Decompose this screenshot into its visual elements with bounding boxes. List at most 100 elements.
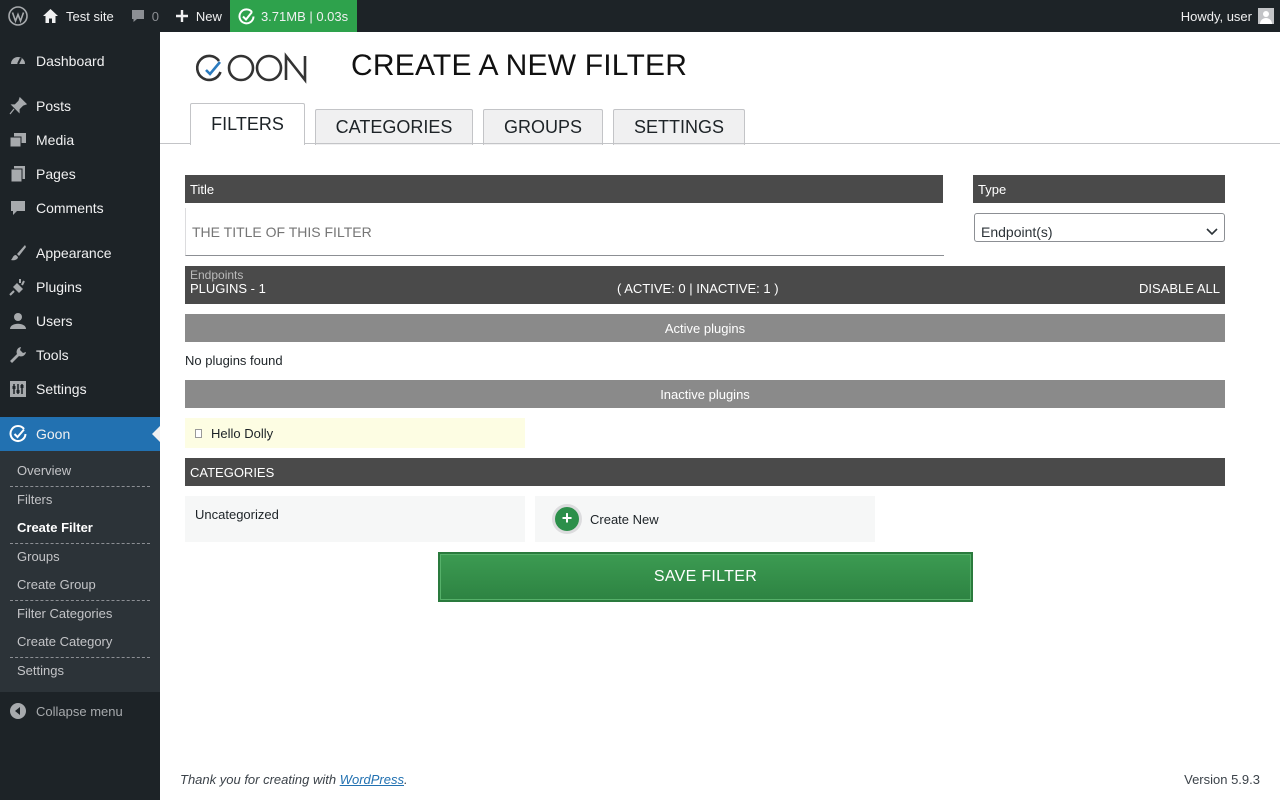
collapse-arrow-icon — [0, 702, 36, 720]
submenu-create-category[interactable]: Create Category — [17, 634, 112, 649]
sidebar-item-media[interactable]: Media — [0, 123, 160, 157]
tab-groups[interactable]: GROUPS — [483, 109, 603, 145]
performance-label: 3.71MB | 0.03s — [260, 8, 349, 24]
plus-circle-icon: + — [555, 507, 579, 531]
save-filter-button[interactable]: SAVE FILTER — [438, 552, 973, 602]
sidebar-item-settings[interactable]: Settings — [0, 372, 160, 406]
category-item-uncategorized[interactable]: Uncategorized — [185, 496, 525, 542]
sidebar-item-pages[interactable]: Pages — [0, 157, 160, 191]
main-content: CREATE A NEW FILTER FILTERS CATEGORIES G… — [160, 32, 1280, 800]
goon-logo — [193, 52, 309, 87]
collapse-menu-button[interactable]: Collapse menu — [0, 694, 160, 728]
pin-icon — [0, 97, 36, 115]
sidebar-item-posts[interactable]: Posts — [0, 89, 160, 123]
sidebar-item-label: Goon — [36, 426, 71, 442]
submenu-create-group[interactable]: Create Group — [17, 577, 96, 592]
sidebar-item-label: Tools — [36, 347, 69, 363]
performance-indicator[interactable]: 3.71MB | 0.03s — [229, 0, 358, 32]
goon-submenu: Overview Filters Create Filter Groups Cr… — [0, 451, 160, 692]
endpoints-ghost-label: Endpoints — [190, 268, 244, 282]
user-icon — [0, 312, 36, 330]
sidebar-item-label: Media — [36, 132, 75, 148]
site-name-label: Test site — [66, 8, 114, 24]
wordpress-logo-icon[interactable] — [0, 0, 36, 32]
create-new-label: Create New — [590, 511, 659, 527]
disable-all-button[interactable]: DISABLE ALL — [1139, 281, 1220, 296]
admin-bar: Test site 0 New 3.71MB | 0.03s Howdy, us… — [0, 0, 1280, 32]
home-icon — [42, 8, 59, 24]
plugin-checkbox-icon — [195, 428, 202, 438]
sidebar-item-goon[interactable]: Goon — [0, 417, 160, 451]
plugin-icon — [0, 278, 36, 296]
sidebar-item-users[interactable]: Users — [0, 304, 160, 338]
goon-check-icon — [238, 7, 255, 25]
submenu-divider — [10, 543, 150, 544]
page-title: CREATE A NEW FILTER — [351, 49, 688, 82]
media-icon — [0, 131, 36, 149]
inactive-plugins-header: Inactive plugins — [185, 380, 1225, 408]
howdy-label: Howdy, user — [1180, 8, 1252, 24]
sidebar-item-label: Plugins — [36, 279, 82, 295]
footer-version: Version 5.9.3 — [1184, 772, 1260, 787]
comment-icon — [0, 199, 36, 217]
avatar — [1258, 8, 1274, 24]
no-plugins-text: No plugins found — [185, 353, 283, 368]
plugin-item-hello-dolly[interactable]: Hello Dolly — [185, 418, 525, 448]
categories-header: CATEGORIES — [185, 458, 1225, 486]
category-item-label: Uncategorized — [195, 507, 279, 522]
plus-icon — [175, 9, 189, 23]
wrench-icon — [0, 346, 36, 364]
paintbrush-icon — [0, 244, 36, 262]
submenu-divider — [10, 657, 150, 658]
sidebar-item-plugins[interactable]: Plugins — [0, 270, 160, 304]
footer-thanks: Thank you for creating with WordPress. — [180, 772, 408, 787]
sidebar-item-label: Posts — [36, 98, 72, 114]
submenu-divider — [10, 600, 150, 601]
type-select[interactable]: Endpoint(s) — [974, 213, 1225, 242]
type-field-label: Type — [973, 175, 1225, 203]
sidebar-item-label: Pages — [36, 166, 76, 182]
tab-filters[interactable]: FILTERS — [190, 103, 305, 145]
goon-check-icon — [0, 425, 36, 443]
submenu-settings[interactable]: Settings — [17, 663, 64, 678]
settings-icon — [0, 380, 36, 398]
submenu-create-filter[interactable]: Create Filter — [17, 520, 93, 535]
active-plugins-header: Active plugins — [185, 314, 1225, 342]
submenu-filters[interactable]: Filters — [17, 492, 52, 507]
submenu-divider — [10, 486, 150, 487]
sidebar-item-comments[interactable]: Comments — [0, 191, 160, 225]
sidebar-item-dashboard[interactable]: Dashboard — [0, 44, 160, 78]
plugins-status: ( ACTIVE: 0 | INACTIVE: 1 ) — [617, 281, 779, 296]
new-label: New — [195, 8, 222, 24]
create-new-category-button[interactable]: + Create New — [535, 496, 875, 542]
tabs-divider — [160, 143, 1280, 144]
tab-categories[interactable]: CATEGORIES — [315, 109, 473, 145]
submenu-filter-categories[interactable]: Filter Categories — [17, 606, 112, 621]
comment-icon — [130, 8, 146, 24]
submenu-groups[interactable]: Groups — [17, 549, 60, 564]
footer-thanks-prefix: Thank you for creating with — [180, 772, 340, 787]
wordpress-link[interactable]: WordPress — [340, 772, 404, 787]
plugins-summary-bar: Endpoints PLUGINS - 1 ( ACTIVE: 0 | INAC… — [185, 266, 1225, 304]
plugins-count: PLUGINS - 1 — [190, 281, 266, 296]
plugin-item-label: Hello Dolly — [211, 425, 274, 441]
sidebar-item-appearance[interactable]: Appearance — [0, 236, 160, 270]
sidebar-item-label: Settings — [36, 381, 87, 397]
sidebar-item-label: Users — [36, 313, 73, 329]
site-name-link[interactable]: Test site — [36, 0, 122, 32]
title-field-label: Title — [185, 175, 943, 203]
submenu-overview[interactable]: Overview — [17, 463, 71, 478]
account-menu[interactable]: Howdy, user — [1173, 0, 1280, 32]
sidebar-item-label: Appearance — [36, 245, 112, 261]
comments-link[interactable]: 0 — [122, 0, 167, 32]
sidebar-item-label: Comments — [36, 200, 104, 216]
pages-icon — [0, 165, 36, 183]
collapse-menu-label: Collapse menu — [36, 703, 123, 719]
sidebar-item-tools[interactable]: Tools — [0, 338, 160, 372]
new-content-link[interactable]: New — [167, 0, 230, 32]
tab-settings[interactable]: SETTINGS — [613, 109, 745, 145]
comments-count: 0 — [151, 8, 159, 24]
chevron-down-icon — [1206, 223, 1218, 239]
filter-title-input[interactable] — [185, 208, 944, 256]
footer-thanks-suffix: . — [404, 772, 408, 787]
